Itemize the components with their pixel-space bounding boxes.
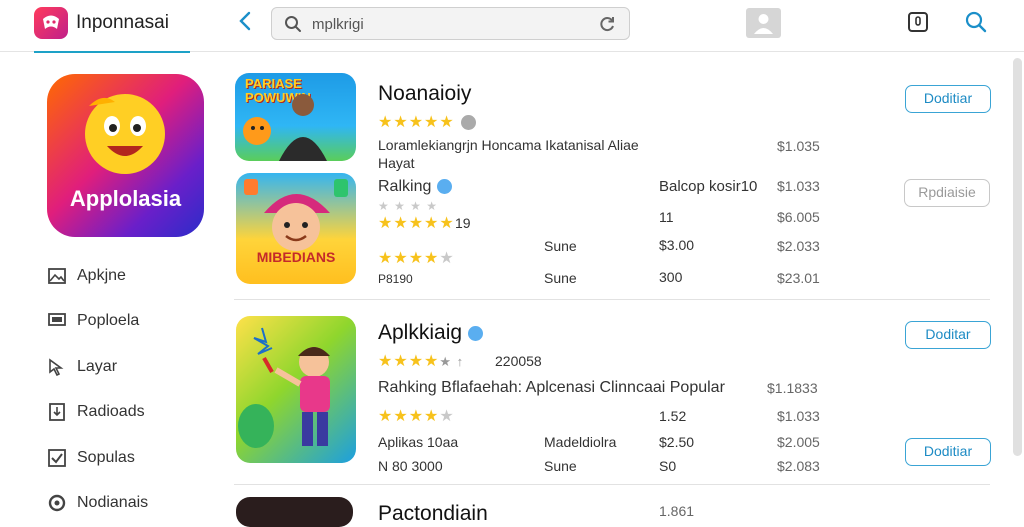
sidebar-item-label: Layar	[77, 357, 118, 375]
download-button[interactable]: Doditar	[905, 321, 991, 349]
sidebar-item-label: Apkjne	[77, 266, 126, 284]
monitor-icon	[47, 311, 67, 331]
row-value: $3.00	[659, 237, 695, 253]
price: $6.005	[777, 209, 820, 225]
download-button[interactable]: Doditiar	[905, 438, 991, 466]
rating-count: 19	[455, 215, 471, 231]
search-bar[interactable]: mplkrigi	[271, 7, 630, 40]
footer-value: S0	[659, 458, 677, 474]
column-value: 1.52	[659, 408, 687, 424]
price: $23.01	[777, 270, 820, 286]
search-icon	[284, 15, 302, 38]
star-rating-icon: ★★★★★ ↑	[378, 353, 465, 370]
app-description-line2: Hayat	[378, 155, 415, 171]
thumbnail-title: MIBEDIANS	[256, 249, 336, 265]
price: $1.033	[777, 178, 820, 194]
app-name: Inponnasai	[76, 12, 169, 33]
sidebar-item-label: Nodianais	[77, 494, 149, 512]
top-bar: Inponnasai mplkrigi	[0, 0, 1024, 53]
app-note: Balcop kosir10	[659, 178, 758, 195]
sidebar: Applolasia Apkjne Poploela Layar Radioad…	[0, 53, 220, 512]
app-title[interactable]: Noanaioiy	[378, 82, 471, 106]
refresh-icon[interactable]	[598, 15, 616, 38]
sidebar-item-apkjne[interactable]: Apkjne	[47, 253, 148, 299]
sidebar-nav: Apkjne Poploela Layar Radioads Sopulas N…	[47, 253, 148, 526]
row-label: Sune	[544, 238, 577, 254]
divider	[234, 484, 990, 485]
featured-app-tile[interactable]: Applolasia	[47, 74, 204, 237]
mascot-face-icon	[85, 94, 165, 174]
sidebar-item-label: Poploela	[77, 312, 140, 330]
detail-mid: Madeldiolra	[544, 434, 617, 450]
star-rating-icon: ★★★★★	[378, 215, 455, 232]
price: $1.035	[777, 138, 820, 154]
ranking-line: Rahking Bflafaehah: Aplcenasi Clinncaai …	[378, 379, 725, 396]
app-title[interactable]: Ralking	[378, 178, 453, 196]
sub-label: P8190	[378, 272, 413, 286]
detail-value: $2.50	[659, 434, 695, 450]
footer-label: N 80 3000	[378, 458, 443, 474]
scrollbar[interactable]	[1013, 58, 1022, 456]
sidebar-item-nodianais[interactable]: Nodianais	[47, 481, 148, 527]
app-thumbnail[interactable]: PARIASE POWUWIN	[235, 73, 356, 161]
search-icon[interactable]	[965, 11, 987, 38]
checkbox-icon	[47, 448, 67, 468]
price: $1.1833	[767, 380, 818, 396]
row-label: Sune	[544, 270, 577, 286]
star-rating-icon: ★ ★ ★ ★	[378, 199, 439, 213]
price: 1.861	[659, 503, 695, 519]
star-rating-icon: ★★★★★	[378, 112, 476, 132]
image-icon	[47, 266, 67, 286]
verified-badge-icon	[437, 179, 453, 195]
price: $2.083	[777, 458, 820, 474]
circle-icon	[47, 493, 67, 513]
app-thumbnail[interactable]: MIBEDIANS	[236, 173, 356, 284]
download-icon	[47, 402, 67, 422]
star-rating-icon: ★★★★★	[378, 408, 455, 425]
footer-mid: Sune	[544, 458, 577, 474]
detail-label: Aplikas 10aa	[378, 434, 459, 450]
cursor-icon	[47, 357, 67, 377]
game-art-icon	[238, 327, 330, 448]
price: $2.005	[777, 434, 820, 450]
featured-app-name: Applolasia	[69, 186, 182, 211]
sidebar-item-sopulas[interactable]: Sopulas	[47, 435, 148, 481]
user-avatar[interactable]	[746, 8, 781, 38]
app-title[interactable]: Pactondiain	[378, 502, 488, 526]
app-description: Loramlekiangrjn Honcama Ikatanisal Aliae	[378, 137, 639, 153]
row-value: 300	[659, 269, 683, 285]
sidebar-item-layar[interactable]: Layar	[47, 344, 148, 390]
app-thumbnail[interactable]	[236, 316, 356, 463]
back-arrow-icon[interactable]	[238, 11, 252, 35]
star-rating-icon: ★★★★★	[378, 250, 455, 267]
clipboard-icon[interactable]	[908, 12, 928, 32]
divider	[234, 299, 990, 300]
game-art-icon	[244, 179, 348, 251]
column-value: 11	[659, 209, 674, 225]
sidebar-item-label: Radioads	[77, 403, 145, 421]
download-button[interactable]: Doditiar	[905, 85, 991, 113]
search-input[interactable]: mplkrigi	[312, 16, 364, 33]
verified-badge-icon	[468, 325, 484, 341]
app-thumbnail[interactable]	[236, 497, 353, 527]
secondary-button[interactable]: Rpdiaisie	[904, 179, 990, 207]
sidebar-item-label: Sopulas	[77, 448, 135, 466]
sidebar-item-poploela[interactable]: Poploela	[47, 299, 148, 345]
game-art-icon	[243, 94, 327, 161]
rating-count: 220058	[495, 353, 542, 369]
price: $1.033	[777, 408, 820, 424]
app-title[interactable]: Aplkkiaig	[378, 321, 484, 345]
price: $2.033	[777, 238, 820, 254]
app-logo-icon	[34, 7, 68, 39]
sidebar-item-radioads[interactable]: Radioads	[47, 390, 148, 436]
brand[interactable]: Inponnasai	[34, 7, 169, 39]
